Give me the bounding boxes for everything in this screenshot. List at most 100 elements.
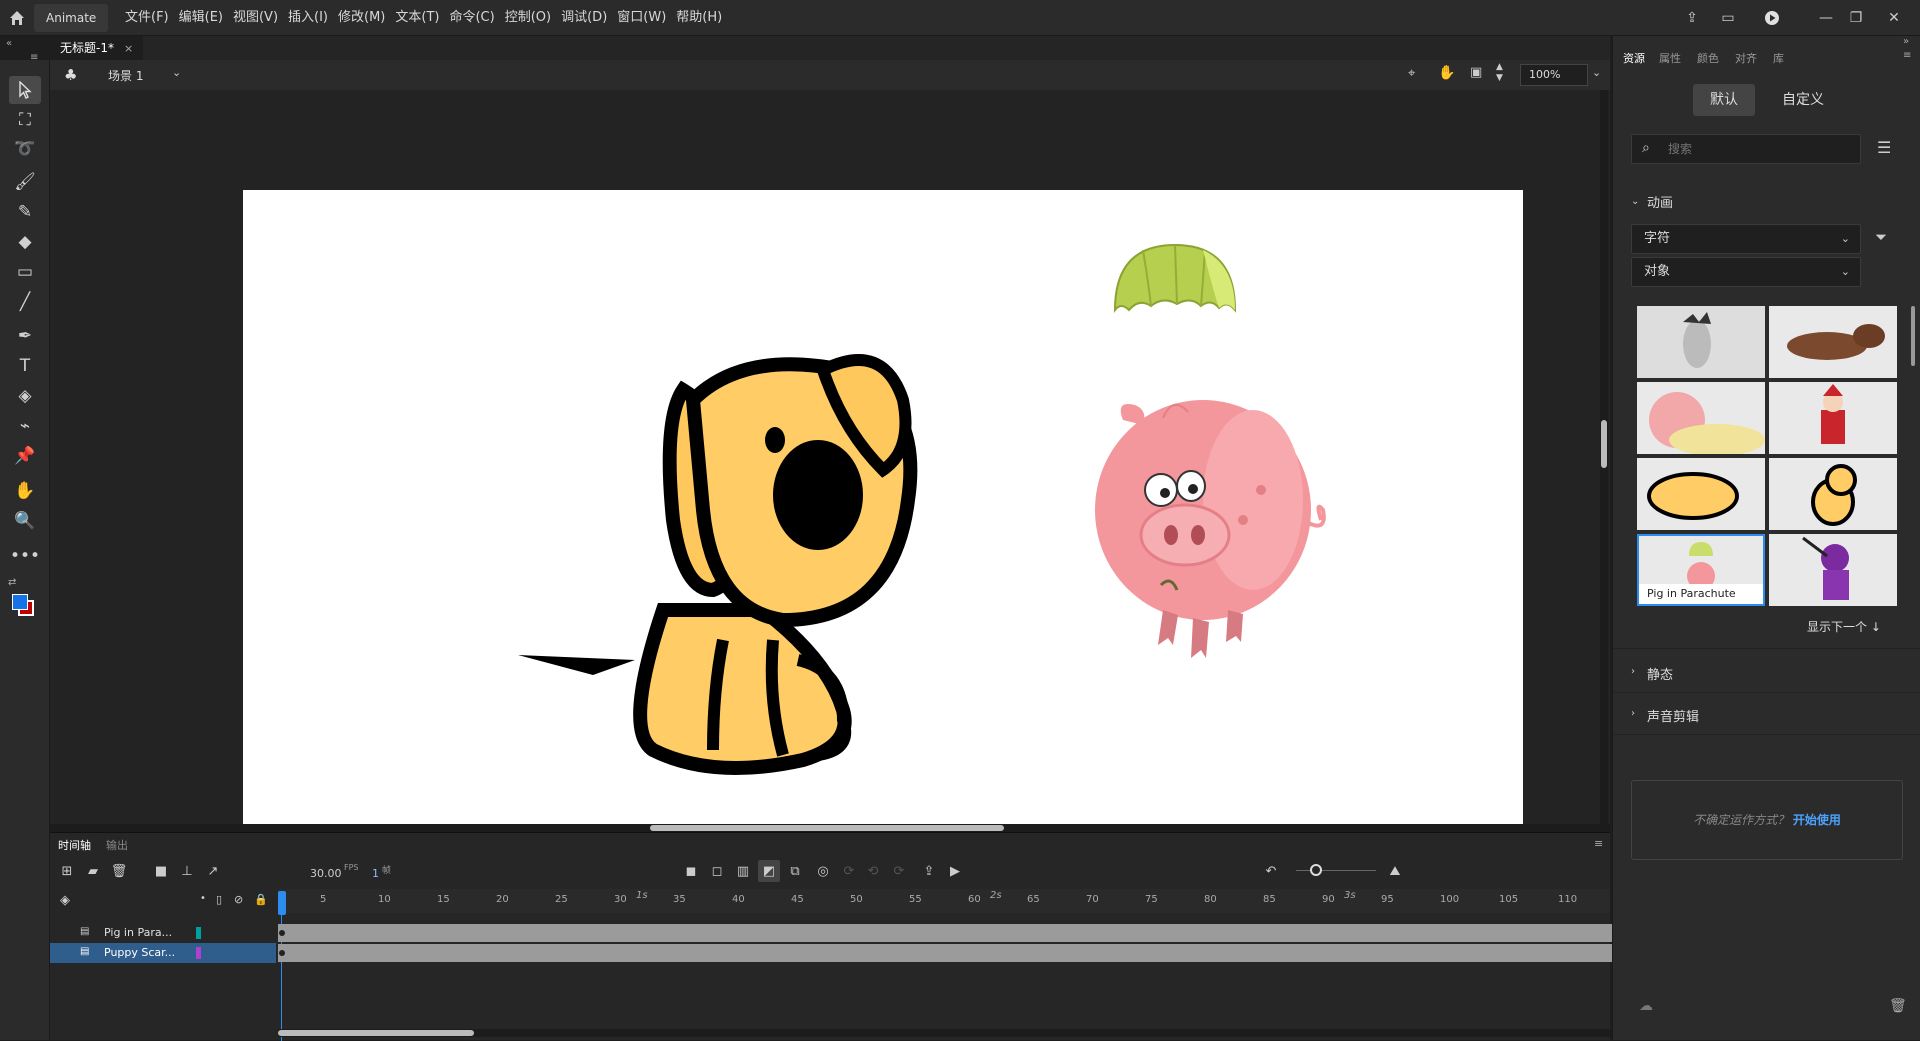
frame-ruler[interactable] (278, 889, 1610, 913)
document-tab[interactable]: 无标题-1* × (50, 36, 144, 60)
fps-value[interactable]: 30.00 (310, 867, 342, 880)
paint-bucket-tool-icon[interactable]: ◈ (9, 382, 41, 410)
graph-icon[interactable]: ↗ (202, 860, 224, 882)
create-tween-icon[interactable]: ⧉ (784, 860, 806, 882)
brush-tool-icon[interactable]: 🖌 (9, 168, 41, 196)
tab-assets[interactable]: 资源 (1623, 50, 1645, 66)
scene-name[interactable]: 场景 1 (108, 67, 143, 84)
menu-commands[interactable]: 命令(C) (444, 0, 499, 36)
delete-layer-icon[interactable]: 🗑 (108, 860, 130, 882)
hand-tool-icon[interactable]: ✋ (9, 477, 41, 505)
asset-thumb-puppy-lying[interactable] (1637, 458, 1765, 530)
timeline-scrollbar[interactable] (278, 1029, 1650, 1037)
show-next-link[interactable]: 显示下一个 ↓ (1807, 618, 1881, 635)
clip-stage-icon[interactable]: ▣ (1470, 65, 1482, 80)
menu-view[interactable]: 视图(V) (228, 0, 283, 36)
horizontal-scroll-thumb[interactable] (650, 825, 1004, 831)
close-icon[interactable]: ✕ (1876, 0, 1912, 36)
restore-icon[interactable]: ❐ (1838, 0, 1874, 36)
menu-edit[interactable]: 编辑(E) (174, 0, 228, 36)
playhead[interactable] (278, 891, 286, 915)
rectangle-tool-icon[interactable]: ▭ (9, 258, 41, 286)
color-swatches[interactable] (12, 594, 34, 616)
layer-color-swatch[interactable] (196, 927, 201, 939)
timeline-menu-icon[interactable]: ≡ (1594, 837, 1603, 850)
undo-scroll-icon[interactable]: ↶ (1260, 860, 1282, 882)
chevron-down-icon[interactable]: ⌄ (1631, 196, 1639, 207)
home-icon[interactable] (8, 9, 26, 27)
zoom-tool-icon[interactable]: 🔍 (9, 507, 41, 535)
center-stage-icon[interactable]: ⌖ (1408, 66, 1415, 81)
pin-tool-icon[interactable]: 📌 (9, 442, 41, 470)
asset-thumb-snail[interactable] (1637, 382, 1765, 454)
line-tool-icon[interactable]: ╱ (9, 288, 41, 316)
tab-output[interactable]: 输出 (106, 837, 128, 853)
delete-icon[interactable]: 🗑 (1889, 998, 1907, 1014)
free-transform-tool-icon[interactable]: ⛶ (9, 106, 41, 134)
tab-default[interactable]: 默认 (1693, 84, 1755, 116)
dropdown-character[interactable]: 字符 ⌄ (1631, 224, 1861, 254)
workspace-icon[interactable]: ▭ (1710, 0, 1746, 36)
rotate-stage-icon[interactable]: ✋ (1438, 65, 1455, 81)
edit-multiple-frames-icon[interactable]: ⟳ (838, 860, 860, 882)
parachute-graphic[interactable] (1113, 243, 1237, 313)
auto-keyframe-icon[interactable]: ◩ (758, 860, 780, 882)
menu-modify[interactable]: 修改(M) (333, 0, 390, 36)
insert-blank-keyframe-icon[interactable]: ◻ (706, 860, 728, 882)
puppy-graphic[interactable] (518, 354, 918, 775)
tab-timeline[interactable]: 时间轴 (58, 837, 91, 853)
text-tool-icon[interactable]: T (9, 352, 41, 380)
collapse-toolbar-icon[interactable]: « (6, 38, 12, 49)
play-icon[interactable]: ▶ (944, 860, 966, 882)
layer-parenting-icon[interactable]: ⊥ (176, 860, 198, 882)
section-animation[interactable]: 动画 (1647, 192, 1673, 211)
asset-thumb-pig-in-parachute[interactable]: Pig in Parachute (1637, 534, 1765, 606)
keyframe[interactable] (279, 950, 285, 956)
search-input[interactable] (1668, 139, 1848, 159)
vertical-scroll-thumb[interactable] (1601, 420, 1607, 468)
scene-dropdown-icon[interactable]: ⌄ (172, 66, 181, 79)
lock-icon[interactable]: 🔒 (254, 893, 268, 906)
tab-properties[interactable]: 属性 (1659, 50, 1681, 66)
list-view-icon[interactable]: ☰ (1877, 138, 1891, 157)
dropdown-object[interactable]: 对象 ⌄ (1631, 257, 1861, 287)
layer-color-swatch[interactable] (196, 947, 201, 959)
asset-thumb-puppy-scared[interactable] (1769, 458, 1897, 530)
more-tools-icon[interactable]: ••• (9, 542, 41, 570)
zoom-stepper-icon[interactable]: ▲ ▼ (1496, 62, 1503, 84)
layers-icon[interactable]: ◈ (60, 893, 70, 908)
get-started-link[interactable]: 开始使用 (1793, 813, 1841, 827)
loop-icon[interactable]: ⟲ (862, 860, 884, 882)
scene-icon[interactable]: ♣ (64, 66, 77, 84)
asset-thumb-ninja[interactable] (1769, 534, 1897, 606)
outline-icon[interactable]: ▯ (216, 893, 222, 906)
layer-name[interactable]: Pig in Para... (104, 926, 172, 939)
filter-icon[interactable]: ⏷ (1875, 228, 1887, 246)
test-movie-icon[interactable] (1754, 0, 1790, 36)
fill-color-swatch[interactable] (12, 594, 28, 610)
new-folder-icon[interactable]: ▰ (82, 860, 104, 882)
fit-frames-icon[interactable]: ⛰ (1384, 860, 1406, 882)
assets-scrollbar-thumb[interactable] (1911, 306, 1915, 366)
keyframe[interactable] (279, 930, 285, 936)
search-box[interactable]: ⌕ (1631, 134, 1861, 164)
pig-graphic[interactable] (1095, 400, 1326, 658)
close-tab-icon[interactable]: × (124, 42, 133, 55)
stage-vertical-scrollbar[interactable] (1600, 90, 1608, 830)
eraser-tool-icon[interactable]: ◆ (9, 228, 41, 256)
stage-horizontal-scrollbar[interactable] (50, 824, 1610, 832)
timeline-scroll-thumb[interactable] (278, 1030, 474, 1036)
new-layer-icon[interactable]: ⊞ (56, 860, 78, 882)
layer-name[interactable]: Puppy Scar... (104, 946, 175, 959)
layer-frames[interactable] (278, 924, 1650, 942)
pen-tool-icon[interactable]: ✒ (9, 322, 41, 350)
zoom-slider-track[interactable] (1296, 870, 1376, 871)
zoom-dropdown-icon[interactable]: ⌄ (1592, 66, 1601, 79)
stage[interactable] (243, 190, 1523, 912)
eyedropper-tool-icon[interactable]: ⌁ (9, 412, 41, 440)
swap-colors-icon[interactable]: ⇄ (8, 577, 16, 588)
layer-row[interactable]: ▤ Puppy Scar... (50, 943, 276, 963)
menu-insert[interactable]: 插入(I) (283, 0, 333, 36)
selection-tool-icon[interactable] (9, 76, 41, 104)
asset-thumb-wolf[interactable] (1769, 306, 1897, 378)
